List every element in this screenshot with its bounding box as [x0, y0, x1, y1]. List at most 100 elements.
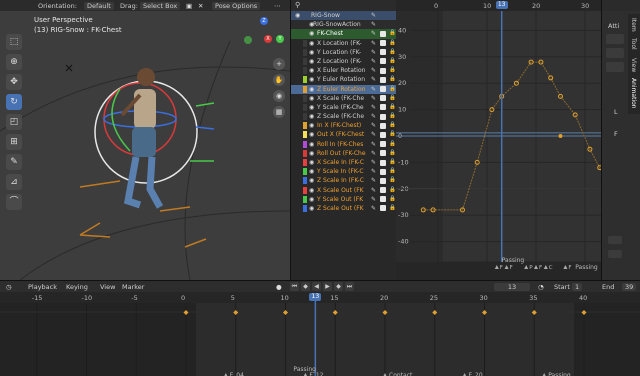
lock-icon[interactable]: 🔒	[389, 204, 396, 213]
playhead-frame-badge[interactable]: 13	[309, 293, 322, 301]
wrench-icon[interactable]: ✎	[371, 140, 376, 149]
channel-checkbox[interactable]	[380, 159, 386, 166]
channel-checkbox[interactable]	[380, 141, 386, 148]
move-tool-icon[interactable]: ✥	[6, 74, 22, 90]
wrench-icon[interactable]: ✎	[371, 39, 376, 48]
channel-row[interactable]: ◉ X Scale (FK-Che ✎ 🔒	[291, 94, 396, 103]
wrench-icon[interactable]: ✎	[371, 204, 376, 213]
camera-icon[interactable]: ◉	[273, 90, 285, 102]
channel-row[interactable]: ◉ In X (FK-Chest) ✎ 🔒	[291, 121, 396, 130]
lock-icon[interactable]: 🔒	[389, 39, 396, 48]
gizmo-axis-y[interactable]: Y	[276, 35, 284, 43]
wrench-icon[interactable]: ✎	[371, 158, 376, 167]
wrench-icon[interactable]: ✎	[371, 167, 376, 176]
eye-icon[interactable]: ◉	[309, 204, 314, 213]
orientation-dropdown[interactable]: Default	[84, 2, 114, 10]
graph-editor[interactable]: 010203040 403020100-10-20-30-40-50FFPFCF…	[396, 0, 601, 280]
channel-row[interactable]: ◉ Out X (FK-Chest ✎ 🔒	[291, 130, 396, 139]
tab-tool[interactable]: Tool	[630, 38, 637, 50]
pose-tool-icon[interactable]: ⌒	[6, 194, 22, 210]
timeline-editor[interactable]: ◷ Playback Keying View Marker ● ⏮ ◆ ◀ ▶ …	[0, 280, 640, 376]
wrench-icon[interactable]: ✎	[371, 121, 376, 130]
eye-icon[interactable]: ◉	[309, 85, 314, 94]
wrench-icon[interactable]: ✎	[371, 103, 376, 112]
lock-icon[interactable]: 🔒	[389, 48, 396, 57]
gizmo-axis-z[interactable]: Z	[260, 17, 268, 25]
channel-checkbox[interactable]	[380, 113, 386, 120]
lock-icon[interactable]: 🔒	[389, 112, 396, 121]
channel-checkbox[interactable]	[380, 122, 386, 129]
channel-row[interactable]: ◉ X Euler Rotation ✎ 🔒	[291, 66, 396, 75]
lock-icon[interactable]: 🔒	[389, 176, 396, 185]
eye-icon[interactable]: ◉	[309, 66, 314, 75]
channel-row[interactable]: ◉ Z Location (FK- ✎ 🔒	[291, 57, 396, 66]
lock-icon[interactable]: 🔒	[389, 186, 396, 195]
channel-row[interactable]: ◉ X Scale In (FK-C ✎ 🔒	[291, 158, 396, 167]
eye-icon[interactable]: ◉	[309, 130, 314, 139]
channel-checkbox[interactable]	[380, 205, 386, 212]
lock-icon[interactable]: 🔒	[389, 149, 396, 158]
eye-icon[interactable]: ◉	[309, 103, 314, 112]
lock-icon[interactable]: 🔒	[389, 66, 396, 75]
wrench-icon[interactable]: ✎	[371, 20, 376, 29]
channel-checkbox[interactable]	[380, 76, 386, 83]
channel-row[interactable]: ◉ Z Scale In (FK-C ✎ 🔒	[291, 176, 396, 185]
channel-row[interactable]: ◉ Z Scale (FK-Che ✎ 🔒	[291, 112, 396, 121]
panel-title[interactable]: Atti	[608, 22, 619, 30]
channel-checkbox[interactable]	[380, 131, 386, 138]
lock-icon[interactable]: 🔒	[389, 57, 396, 66]
close-icon[interactable]: ✕	[198, 2, 203, 10]
wrench-icon[interactable]: ✎	[371, 195, 376, 204]
playhead-frame-badge[interactable]: 13	[495, 1, 508, 9]
wrench-icon[interactable]: ✎	[371, 85, 376, 94]
wrench-icon[interactable]: ✎	[371, 176, 376, 185]
zoom-icon[interactable]: +	[273, 58, 285, 70]
tab-view[interactable]: View	[630, 58, 637, 72]
channel-checkbox[interactable]	[380, 95, 386, 102]
header-menu-icon[interactable]: ⋯	[274, 2, 281, 10]
channel-checkbox[interactable]	[380, 177, 386, 184]
channel-checkbox[interactable]	[380, 104, 386, 111]
gizmo-axis-x[interactable]: X	[264, 35, 272, 43]
tab-item[interactable]: Item	[630, 18, 637, 32]
wrench-icon[interactable]: ✎	[371, 186, 376, 195]
graph-canvas[interactable]: 403020100-10-20-30-40-50FFPFCFPassingPas…	[396, 0, 601, 280]
channel-checkbox[interactable]	[380, 168, 386, 175]
eye-icon[interactable]: ◉	[309, 158, 314, 167]
select-box-tool-icon[interactable]: ⬚	[6, 34, 22, 50]
filter-icon[interactable]: ⚲	[295, 1, 300, 9]
wrench-icon[interactable]: ✎	[371, 94, 376, 103]
rotate-tool-icon[interactable]: ↻	[6, 94, 22, 110]
eye-icon[interactable]: ◉	[309, 149, 314, 158]
cursor-tool-icon[interactable]: ⊕	[6, 54, 22, 70]
eye-icon[interactable]: ◉	[309, 29, 314, 38]
channel-checkbox[interactable]	[380, 58, 386, 65]
transform-tool-icon[interactable]: ⊞	[6, 134, 22, 150]
channel-checkbox[interactable]	[380, 86, 386, 92]
scale-tool-icon[interactable]: ◰	[6, 114, 22, 130]
channel-checkbox[interactable]	[380, 187, 386, 194]
eye-icon[interactable]: ◉	[295, 11, 300, 20]
eye-icon[interactable]: ◉	[309, 140, 314, 149]
wrench-icon[interactable]: ✎	[371, 130, 376, 139]
channel-checkbox[interactable]	[380, 49, 386, 56]
eye-icon[interactable]: ◉	[309, 195, 314, 204]
lock-icon[interactable]: 🔒	[389, 103, 396, 112]
eye-icon[interactable]: ◉	[309, 176, 314, 185]
lock-icon[interactable]: 🔒	[389, 140, 396, 149]
tab-animation[interactable]: Animation	[630, 78, 637, 109]
wrench-icon[interactable]: ✎	[371, 112, 376, 121]
channel-row[interactable]: ◉ Roll Out (FK-Che ✎ 🔒	[291, 149, 396, 158]
lock-icon[interactable]: 🔒	[389, 167, 396, 176]
eye-icon[interactable]: ◉	[309, 94, 314, 103]
gizmo-axis-neg-y[interactable]	[244, 36, 252, 44]
wrench-icon[interactable]: ✎	[371, 149, 376, 158]
channel-row[interactable]: ◉ Roll In (FK-Ches ✎ 🔒	[291, 140, 396, 149]
channel-row[interactable]: ◉ X Location (FK- ✎ 🔒	[291, 39, 396, 48]
property-field[interactable]	[608, 250, 622, 258]
channel-checkbox[interactable]	[380, 67, 386, 74]
lock-icon[interactable]: 🔒	[389, 94, 396, 103]
channel-row[interactable]: ◉ Y Euler Rotation ✎ 🔒	[291, 75, 396, 84]
annotate-tool-icon[interactable]: ✎	[6, 154, 22, 170]
channel-row[interactable]: ◉ FK-Chest ✎ 🔒	[291, 29, 396, 39]
